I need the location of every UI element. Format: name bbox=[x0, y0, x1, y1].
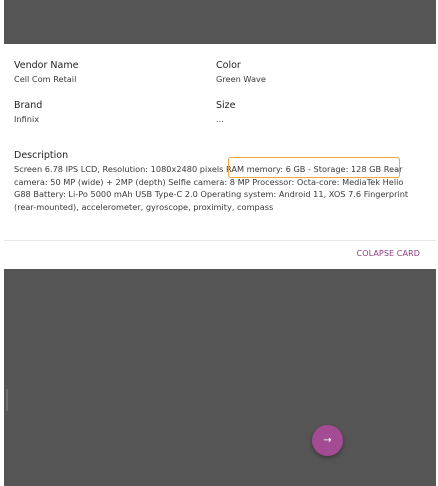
size-label: Size bbox=[216, 100, 236, 111]
brand-value: Infinix bbox=[14, 114, 40, 124]
description-label: Description bbox=[14, 150, 69, 161]
vendor-name-value: Cell Com Retail bbox=[14, 74, 77, 84]
card-divider bbox=[4, 240, 436, 241]
collapse-card-button[interactable]: COLAPSE CARD bbox=[357, 249, 420, 258]
vendor-name-label: Vendor Name bbox=[14, 60, 79, 71]
size-value: ... bbox=[216, 114, 224, 124]
edge-handle bbox=[6, 389, 8, 411]
color-value: Green Wave bbox=[216, 74, 266, 84]
ram-storage-highlight bbox=[228, 157, 400, 178]
color-label: Color bbox=[216, 60, 241, 71]
app-screen: Vendor Name Cell Com Retail Color Green … bbox=[4, 0, 436, 486]
next-fab-button[interactable]: → bbox=[312, 425, 343, 456]
arrow-right-icon: → bbox=[323, 435, 332, 446]
product-card: Vendor Name Cell Com Retail Color Green … bbox=[4, 44, 436, 269]
brand-label: Brand bbox=[14, 100, 43, 111]
